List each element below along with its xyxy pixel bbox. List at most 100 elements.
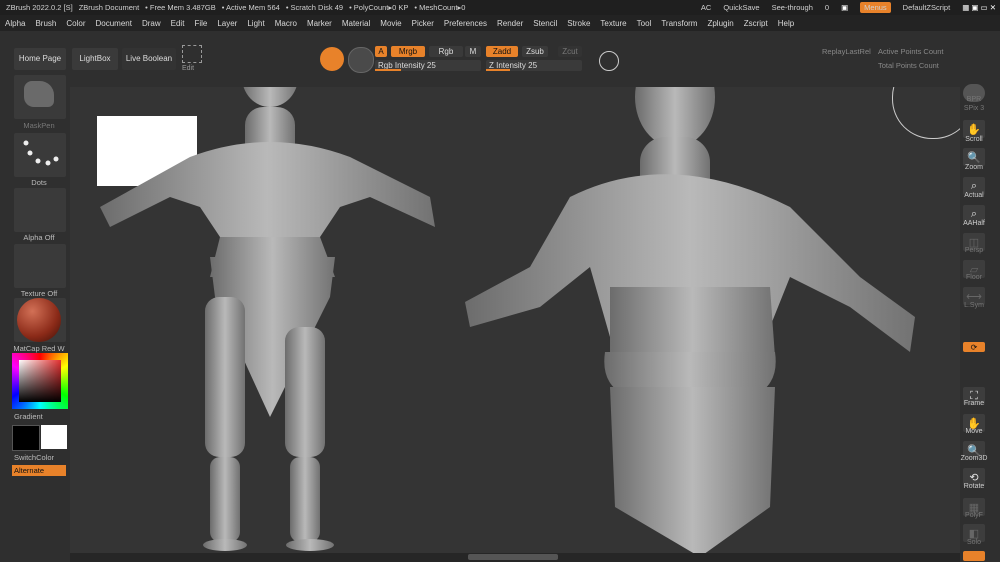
rotate-label: Rotate <box>963 483 985 490</box>
menu-item-file[interactable]: File <box>189 19 212 28</box>
menu-item-edit[interactable]: Edit <box>166 19 190 28</box>
lightbox-button[interactable]: LightBox <box>72 48 118 70</box>
menu-item-material[interactable]: Material <box>337 19 375 28</box>
alternate-button[interactable]: Alternate <box>12 465 66 476</box>
brush-thumbnail[interactable] <box>14 75 66 119</box>
bottom-tray-toggle-icon[interactable] <box>468 554 558 560</box>
active-mem: • Active Mem 564 <box>221 3 280 12</box>
layout-icon[interactable]: ▦ ▣ ▭ ✕ <box>962 3 996 12</box>
edit-icon[interactable] <box>182 45 202 63</box>
menu-item-marker[interactable]: Marker <box>302 19 337 28</box>
bottom-bar <box>70 553 960 562</box>
floor-label: Floor <box>966 274 982 281</box>
app-title: ZBrush 2022.0.2 [S] <box>6 3 73 12</box>
menu-item-preferences[interactable]: Preferences <box>439 19 492 28</box>
a-toggle[interactable]: A <box>375 46 387 57</box>
primary-color-swatch[interactable] <box>12 425 40 451</box>
home-page-button[interactable]: Home Page <box>14 48 66 70</box>
menu-item-draw[interactable]: Draw <box>137 19 166 28</box>
material-sphere-icon[interactable] <box>348 47 374 73</box>
stroke-thumbnail[interactable] <box>14 133 66 177</box>
menu-item-macro[interactable]: Macro <box>270 19 302 28</box>
rgb-intensity-slider[interactable]: Rgb Intensity 25 <box>375 60 481 71</box>
title-bar: ZBrush 2022.0.2 [S] ZBrush Document • Fr… <box>0 0 1000 15</box>
m-toggle[interactable]: M <box>465 46 481 57</box>
spix-label: SPix 3 <box>963 105 985 112</box>
zcut-toggle[interactable]: Zcut <box>558 46 582 57</box>
default-zscript[interactable]: DefaultZScript <box>903 3 951 12</box>
move-label: Move <box>965 428 983 435</box>
alpha-thumbnail[interactable] <box>14 188 66 232</box>
figure-front-view <box>100 87 435 551</box>
menu-item-help[interactable]: Help <box>773 19 799 28</box>
edit-label: Edit <box>182 65 195 72</box>
material-label: MatCap Red W <box>13 344 65 353</box>
active-points-count: Active Points Count <box>878 47 944 56</box>
persp-label: Persp <box>964 247 984 254</box>
frame-label: Frame <box>963 400 985 407</box>
polyf-label: PolyF <box>965 512 983 519</box>
top-toolbar: Home Page LightBox Live Boolean Edit A M… <box>0 31 1000 88</box>
rgb-toggle[interactable]: Rgb <box>429 46 463 57</box>
local-symmetry-label: L.Sym <box>964 302 984 309</box>
replay-last-rel[interactable]: ReplayLastRel <box>822 47 871 56</box>
menus-button[interactable]: Menus <box>860 2 891 13</box>
quicksave-button[interactable]: QuickSave <box>723 3 759 12</box>
see-through-value: 0 <box>824 3 830 12</box>
menu-item-stroke[interactable]: Stroke <box>562 19 595 28</box>
mesh-count: • MeshCount▸0 <box>414 3 466 12</box>
menu-item-zplugin[interactable]: Zplugin <box>702 19 738 28</box>
color-picker[interactable] <box>12 353 68 409</box>
menu-item-color[interactable]: Color <box>61 19 90 28</box>
zoom-label: Zoom <box>965 164 983 171</box>
menu-item-zscript[interactable]: Zscript <box>739 19 773 28</box>
texture-thumbnail[interactable] <box>14 244 66 288</box>
menu-item-render[interactable]: Render <box>492 19 528 28</box>
viewport-canvas[interactable] <box>70 87 960 553</box>
menu-item-transform[interactable]: Transform <box>656 19 702 28</box>
live-boolean-button[interactable]: Live Boolean <box>122 48 176 70</box>
menu-item-document[interactable]: Document <box>91 19 137 28</box>
menu-item-movie[interactable]: Movie <box>375 19 406 28</box>
ac-label[interactable]: AC <box>701 3 711 12</box>
menu-item-stencil[interactable]: Stencil <box>528 19 562 28</box>
material-thumbnail[interactable] <box>14 298 66 342</box>
secondary-color-swatch[interactable] <box>41 425 67 449</box>
menu-bar: Alpha Brush Color Document Draw Edit File Layer… <box>0 15 1000 31</box>
see-through-label[interactable]: See-through <box>772 3 813 12</box>
matcap-red-icon <box>17 298 61 342</box>
poly-count: • PolyCount▸0 KP <box>349 3 409 12</box>
dynamic-toggle[interactable] <box>963 551 985 561</box>
window-icon[interactable]: ▣ <box>841 3 848 12</box>
solo-label: Solo <box>966 539 981 546</box>
stroke-label: Dots <box>31 178 47 187</box>
switch-color-button[interactable]: SwitchColor <box>14 453 72 462</box>
menu-item-tool[interactable]: Tool <box>632 19 657 28</box>
actual-label: Actual <box>964 192 984 199</box>
menu-item-layer[interactable]: Layer <box>212 19 242 28</box>
brush-label: MaskPen <box>23 121 55 130</box>
menu-item-light[interactable]: Light <box>242 19 269 28</box>
bpr-label: BPR <box>966 96 982 103</box>
zadd-toggle[interactable]: Zadd <box>486 46 518 57</box>
mrgb-toggle[interactable]: Mrgb <box>391 46 425 57</box>
menu-item-brush[interactable]: Brush <box>30 19 61 28</box>
scratch-disk: • Scratch Disk 49 <box>285 3 344 12</box>
zsub-toggle[interactable]: Zsub <box>522 46 548 57</box>
z-intensity-slider[interactable]: Z Intensity 25 <box>486 60 582 71</box>
maskpen-icon <box>24 81 54 107</box>
xyz-rotate-toggle[interactable]: ⟳ <box>963 342 985 352</box>
dots-stroke-icon <box>23 140 59 166</box>
standard-brush-icon[interactable] <box>320 47 344 71</box>
menu-item-picker[interactable]: Picker <box>407 19 439 28</box>
document-name: ZBrush Document <box>78 3 140 12</box>
menu-item-alpha[interactable]: Alpha <box>0 19 30 28</box>
draw-size-icon[interactable] <box>599 51 619 71</box>
zoom3d-label: Zoom3D <box>960 455 988 462</box>
alpha-label: Alpha Off <box>23 233 55 242</box>
scroll-label: Scroll <box>965 136 983 143</box>
figure-closeup-view <box>465 87 915 553</box>
gradient-label: Gradient <box>14 412 43 421</box>
menu-item-texture[interactable]: Texture <box>595 19 631 28</box>
total-points-count: Total Points Count <box>878 61 939 70</box>
